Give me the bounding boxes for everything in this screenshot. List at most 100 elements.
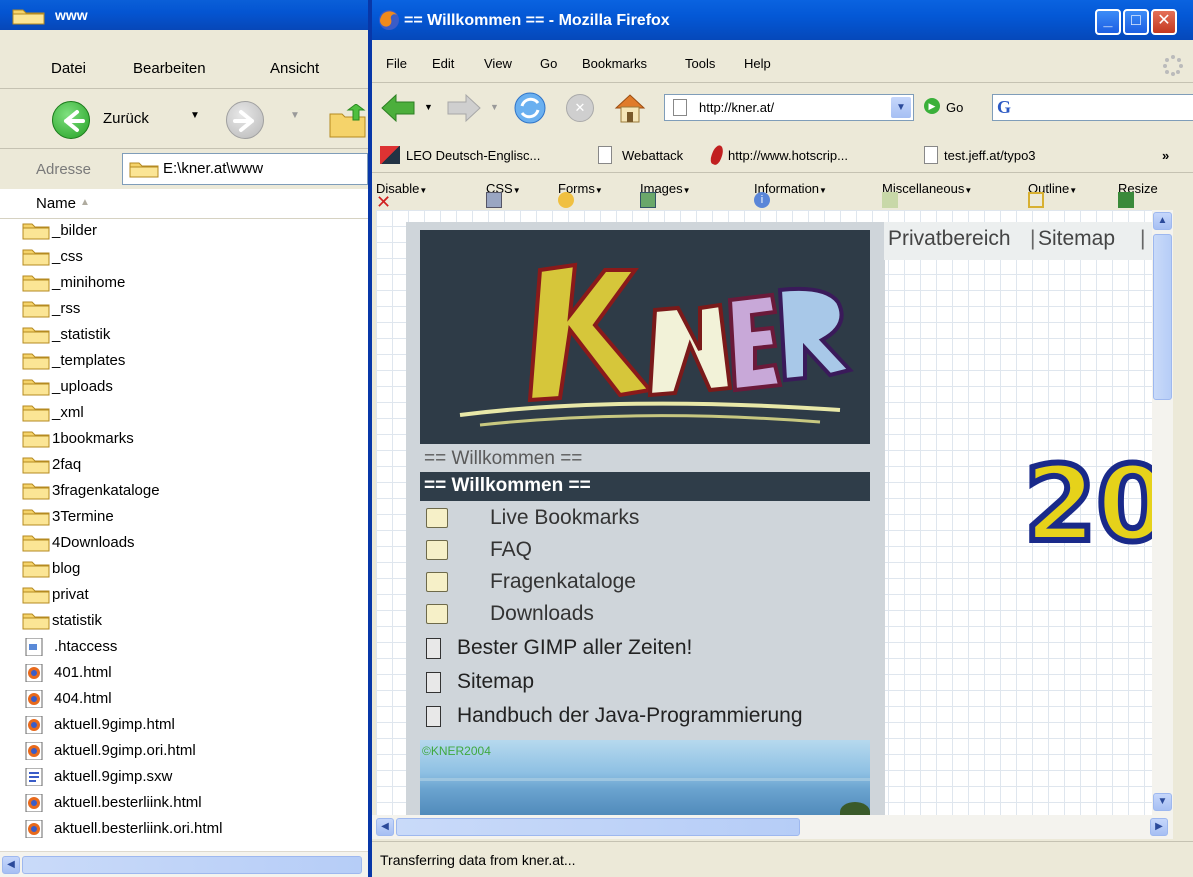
forward-arrow-icon[interactable] [446, 92, 482, 124]
bookmark-item[interactable]: Webattack [622, 148, 683, 163]
devbar-images-button[interactable]: Images▼ [640, 181, 691, 208]
bookmarks-overflow-button[interactable]: » [1162, 148, 1169, 163]
maximize-icon[interactable]: □ [1123, 9, 1149, 35]
folder-icon [22, 405, 50, 422]
page-vertical-scrollbar[interactable]: ▲ ▼ [1152, 210, 1173, 815]
reload-icon[interactable] [512, 90, 548, 126]
folder-icon [22, 613, 50, 630]
nav-link-sitemap[interactable]: Sitemap [1038, 227, 1115, 251]
firefox-menubar: File Edit View Go Bookmarks Tools Help [372, 52, 1193, 80]
go-button[interactable]: ▶ Go [924, 98, 963, 115]
forward-arrow-icon[interactable] [226, 101, 264, 139]
address-value: E:\kner.at\www [163, 160, 264, 177]
leo-flag-icon [380, 146, 400, 164]
folder-link[interactable]: Downloads [424, 600, 874, 632]
url-input[interactable]: http://kner.at/ ▼ [664, 94, 914, 121]
page-title-active[interactable]: == Willkommen == [420, 472, 870, 501]
address-input[interactable]: E:\kner.at\www [122, 153, 368, 185]
menu-go[interactable]: Go [540, 56, 557, 71]
menu-view[interactable]: View [484, 56, 512, 71]
back-dropdown-icon[interactable]: ▼ [190, 110, 200, 121]
scroll-left-icon[interactable]: ◀ [376, 818, 394, 836]
bookmark-item[interactable]: http://www.hotscrip... [728, 148, 848, 163]
document-link[interactable]: Handbuch der Java-Programmierung [424, 702, 874, 734]
document-link-label: Bester GIMP aller Zeiten! [457, 636, 693, 659]
web-developer-toolbar: ✕ Disable▼ CSS▼ Forms▼ Images▼ i Informat… [372, 174, 1193, 212]
url-dropdown-icon[interactable]: ▼ [891, 97, 911, 118]
file-name: blog [52, 560, 81, 577]
menu-edit[interactable]: Edit [432, 56, 454, 71]
firefox-titlebar[interactable]: == Willkommen == - Mozilla Firefox _ □ ✕ [372, 0, 1193, 40]
menu-tools[interactable]: Tools [685, 56, 715, 71]
tree-shape [840, 802, 870, 815]
back-button-label[interactable]: Zurück [103, 110, 149, 127]
page-icon [924, 146, 938, 164]
stop-icon[interactable]: ✕ [566, 94, 594, 122]
page-icon [598, 146, 612, 164]
scroll-thumb[interactable] [22, 856, 362, 874]
column-header-label: Name [36, 195, 77, 212]
bookmark-item[interactable]: LEO Deutsch-Englisc... [406, 148, 540, 163]
scroll-up-icon[interactable]: ▲ [1153, 212, 1172, 230]
file-name: 401.html [54, 664, 112, 681]
devbar-miscellaneous-button[interactable]: Miscellaneous▼ [882, 181, 972, 208]
folder-up-icon[interactable] [326, 104, 366, 138]
firefox-html-icon [25, 742, 43, 760]
status-text: Transferring data from kner.at... [380, 852, 576, 868]
folder-icon [22, 535, 50, 552]
bookmark-item[interactable]: test.jeff.at/typo3 [944, 148, 1036, 163]
folder-link[interactable]: Fragenkataloge [424, 568, 874, 600]
google-search-icon[interactable]: G [997, 97, 1011, 118]
close-icon[interactable]: ✕ [1151, 9, 1177, 35]
folder-icon [129, 162, 159, 178]
folder-link[interactable]: Live Bookmarks [424, 504, 874, 536]
copyright-text: ©KNER2004 [422, 744, 491, 758]
menu-help[interactable]: Help [744, 56, 771, 71]
scroll-thumb[interactable] [396, 818, 800, 836]
nav-link-privatbereich[interactable]: Privatbereich [888, 227, 1011, 251]
menu-datei[interactable]: Datei [51, 60, 86, 77]
back-arrow-icon[interactable] [52, 101, 90, 139]
scroll-left-icon[interactable]: ◀ [2, 856, 20, 874]
throbber-icon [1163, 55, 1183, 76]
folder-link[interactable]: FAQ [424, 536, 874, 568]
folder-icon [22, 379, 50, 396]
devbar-information-button[interactable]: i Information▼ [754, 181, 827, 208]
menu-bearbeiten[interactable]: Bearbeiten [133, 60, 206, 77]
document-link-label: Handbuch der Java-Programmierung [457, 704, 803, 727]
explorer-window: www Datei Bearbeiten Ansicht Zurück ▼ ▼ … [0, 0, 368, 877]
back-dropdown-icon[interactable]: ▼ [424, 102, 433, 112]
home-icon[interactable] [612, 90, 648, 126]
document-link[interactable]: Bester GIMP aller Zeiten! [424, 634, 874, 666]
search-input[interactable]: G [992, 94, 1193, 121]
menu-file[interactable]: File [386, 56, 407, 71]
page-horizontal-scrollbar[interactable]: ◀ ▶ [372, 815, 1173, 839]
explorer-horizontal-scrollbar[interactable]: ◀ [0, 851, 368, 877]
file-name: 1bookmarks [52, 430, 134, 447]
forward-dropdown-icon[interactable]: ▼ [290, 110, 300, 121]
devbar-disable-button[interactable]: ✕ Disable▼ [376, 181, 427, 212]
document-link[interactable]: Sitemap [424, 668, 874, 700]
devbar-resize-button[interactable]: Resize [1118, 181, 1158, 208]
menu-bookmarks[interactable]: Bookmarks [582, 56, 647, 71]
miscellaneous-icon [882, 192, 898, 208]
column-header-name[interactable]: Name ▲ [0, 189, 368, 219]
devbar-outline-button[interactable]: Outline▼ [1028, 181, 1077, 208]
file-name: aktuell.9gimp.html [54, 716, 175, 733]
back-arrow-icon[interactable] [380, 92, 416, 124]
scroll-right-icon[interactable]: ▶ [1150, 818, 1168, 836]
url-value: http://kner.at/ [699, 100, 775, 115]
window-title: == Willkommen == - Mozilla Firefox [404, 12, 670, 29]
minimize-icon[interactable]: _ [1095, 9, 1121, 35]
scroll-down-icon[interactable]: ▼ [1153, 793, 1172, 811]
forward-dropdown-icon[interactable]: ▼ [490, 102, 499, 112]
firefox-logo-icon [379, 10, 399, 30]
scroll-thumb[interactable] [1153, 234, 1172, 400]
folder-icon [22, 561, 50, 578]
menu-ansicht[interactable]: Ansicht [270, 60, 319, 77]
folder-icon [22, 587, 50, 604]
explorer-titlebar[interactable]: www [0, 0, 368, 30]
devbar-forms-button[interactable]: Forms▼ [558, 181, 603, 208]
devbar-css-button[interactable]: CSS▼ [486, 181, 521, 208]
dropdown-icon: ▼ [819, 186, 827, 195]
